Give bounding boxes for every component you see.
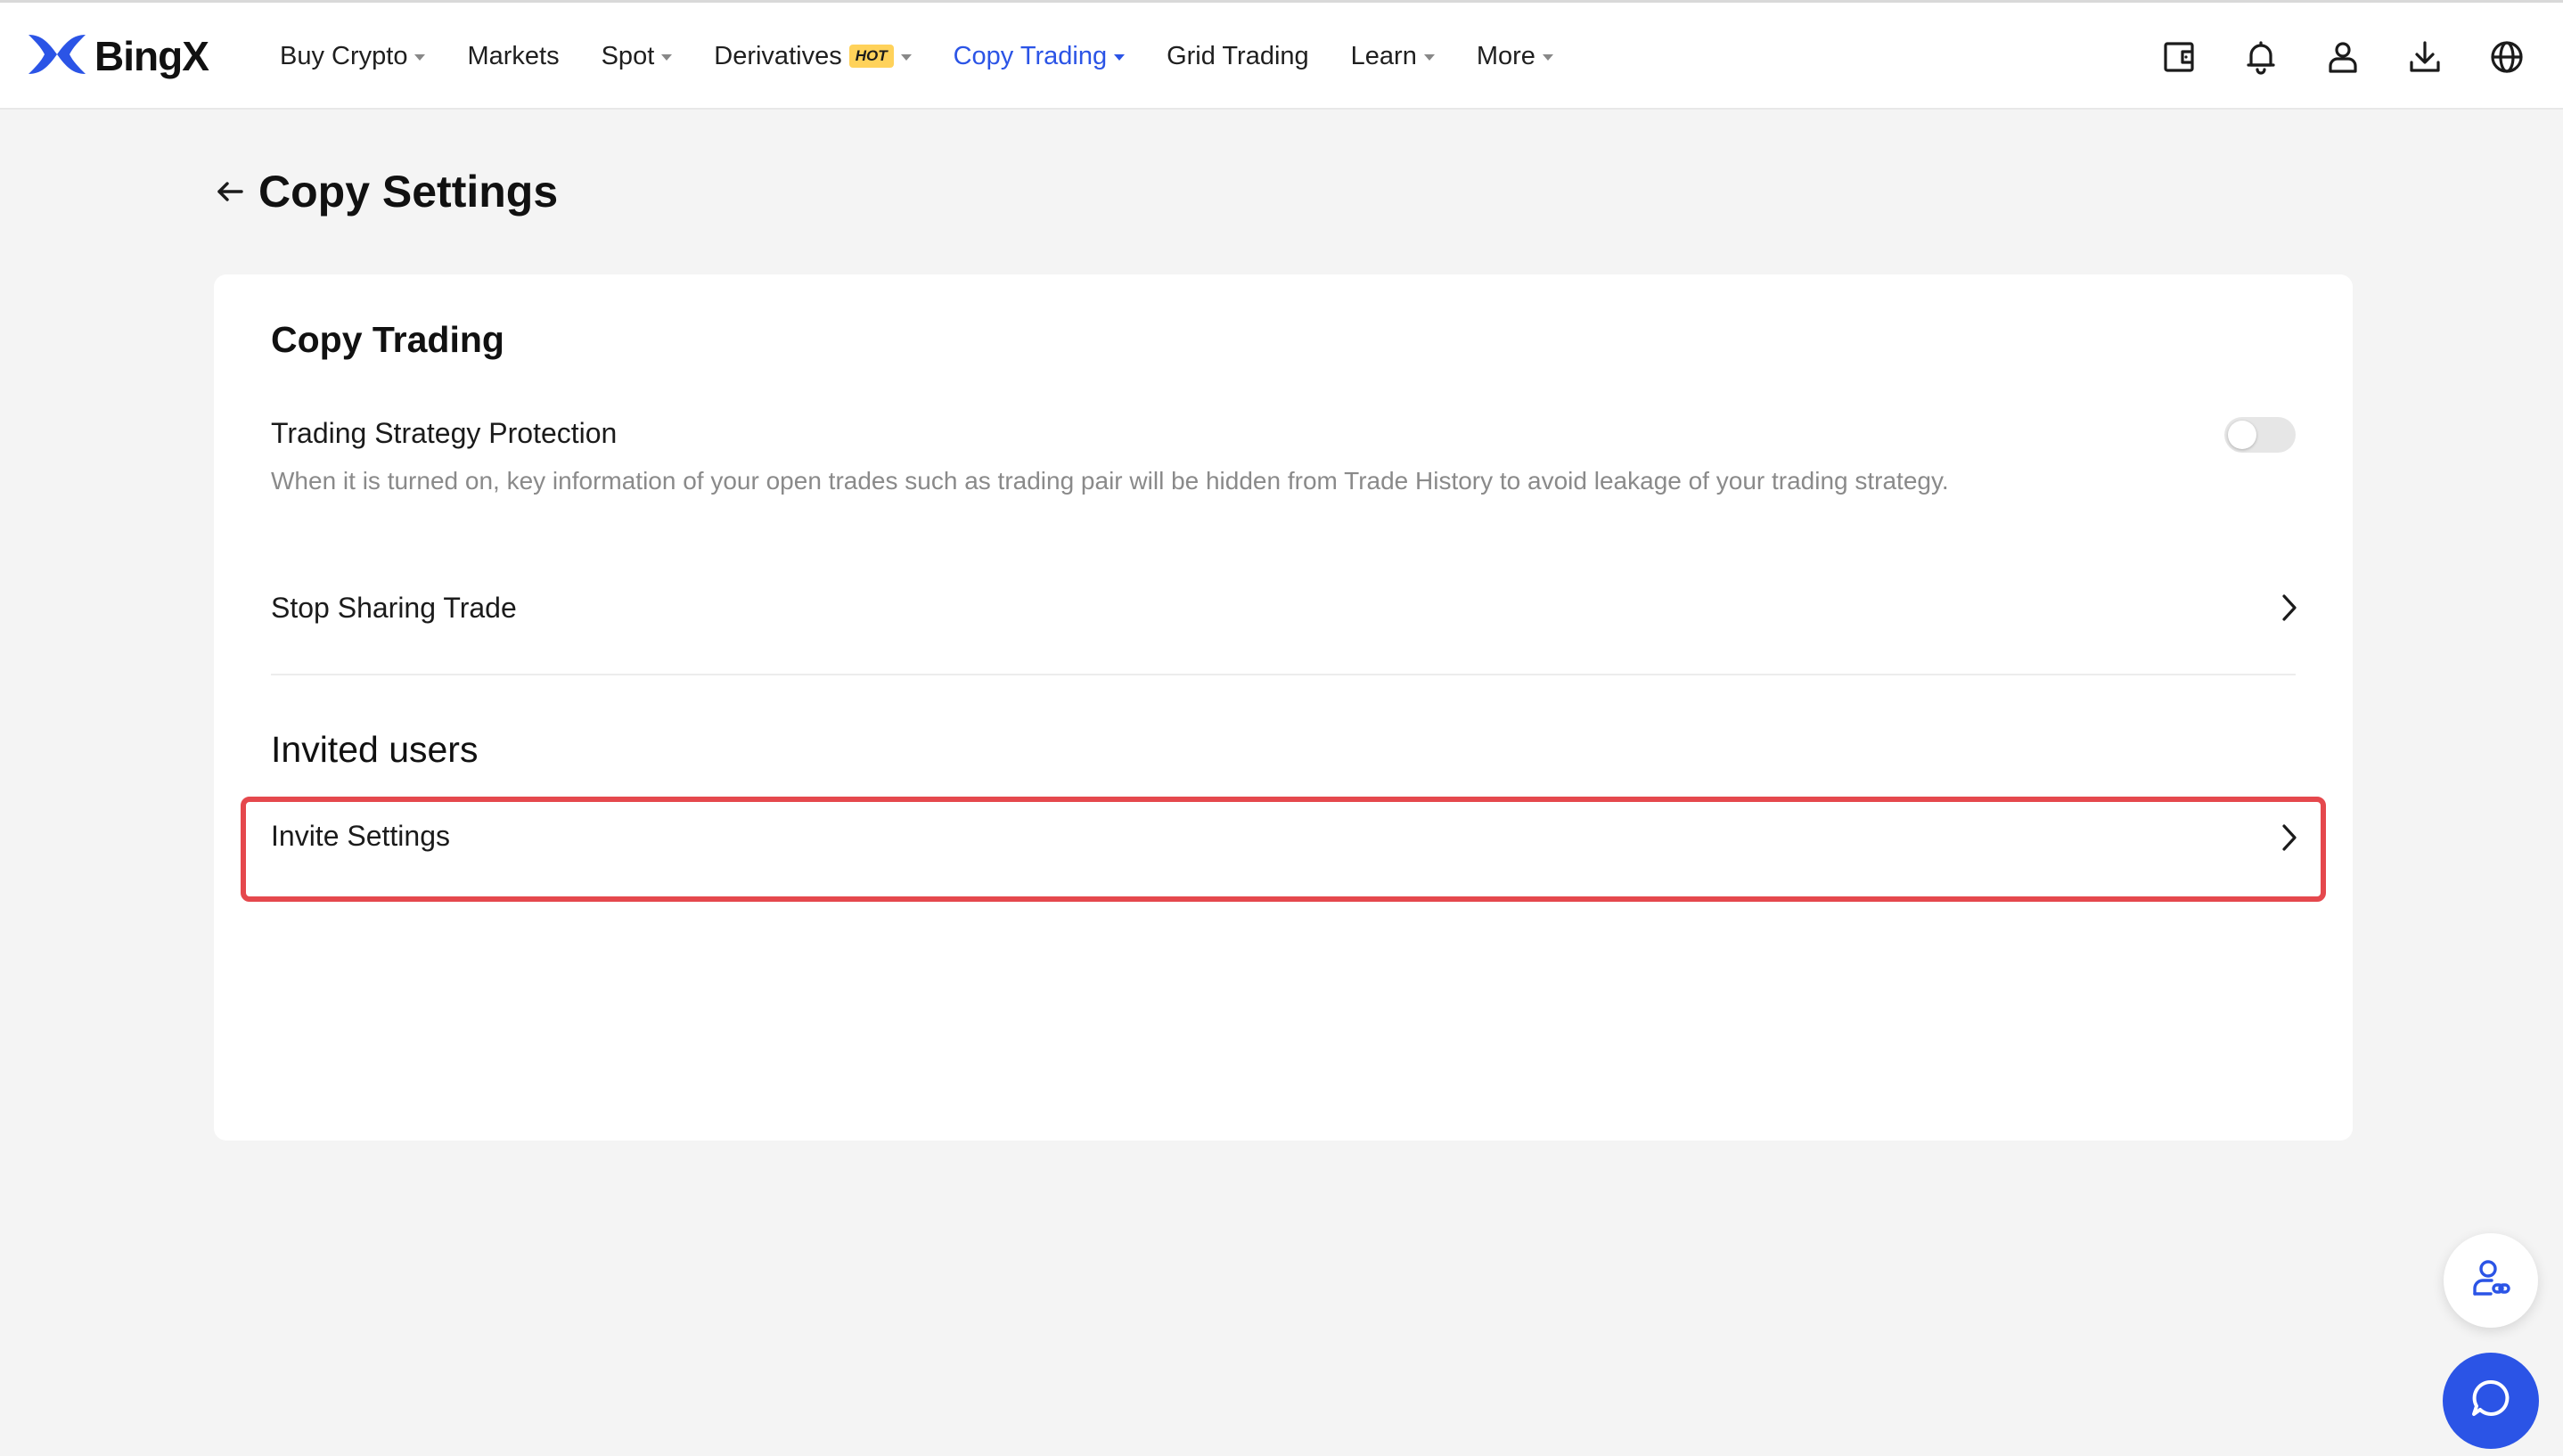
page-header: Copy Settings (212, 162, 558, 221)
chat-button[interactable] (2443, 1353, 2539, 1449)
nav-item-buy-crypto[interactable]: Buy Crypto (280, 41, 426, 71)
nav-item-learn[interactable]: Learn (1351, 42, 1435, 71)
caret-down-icon (1542, 54, 1553, 61)
toggle-knob (2228, 421, 2256, 449)
nav-item-label: Grid Trading (1167, 41, 1309, 70)
brand-logo[interactable]: BingX (27, 33, 209, 79)
top-navigation: BingX Buy Crypto Markets Spot Derivative… (0, 0, 2563, 110)
nav-item-label: Learn (1350, 41, 1417, 70)
chevron-right-icon[interactable] (2276, 592, 2301, 624)
bell-icon[interactable] (2240, 37, 2281, 78)
nav-item-label: Markets (467, 41, 560, 70)
section-title-copy-trading: Copy Trading (271, 319, 504, 360)
invite-settings-row[interactable]: Invite Settings (271, 820, 450, 853)
globe-icon[interactable] (2486, 37, 2527, 78)
nav-item-derivatives[interactable]: Derivatives HOT (714, 41, 912, 71)
nav-item-label: Spot (601, 41, 655, 70)
nav-item-label: Copy Trading (953, 41, 1108, 70)
trading-strategy-protection-label: Trading Strategy Protection (271, 417, 618, 449)
brand-name: BingX (94, 33, 209, 79)
page-title: Copy Settings (258, 167, 559, 217)
caret-down-icon (900, 54, 912, 61)
customer-service-icon (2467, 1255, 2515, 1307)
chat-bubble-icon (2467, 1375, 2515, 1427)
section-title-invited-users: Invited users (271, 729, 479, 770)
customer-service-button[interactable] (2444, 1233, 2538, 1328)
nav-item-copy-trading[interactable]: Copy Trading (954, 42, 1126, 71)
nav-item-markets[interactable]: Markets (467, 42, 559, 71)
nav-icon-group (2117, 35, 2527, 79)
nav-item-more[interactable]: More (1477, 42, 1553, 71)
caret-down-icon (1423, 54, 1435, 61)
back-arrow-icon[interactable] (212, 174, 248, 209)
caret-down-icon (414, 54, 426, 61)
nav-item-grid-trading[interactable]: Grid Trading (1167, 42, 1309, 71)
settings-card: Copy Trading Trading Strategy Protection… (214, 274, 2353, 1141)
user-icon[interactable] (2322, 37, 2363, 78)
caret-down-icon (661, 54, 673, 61)
nav-item-label: Buy Crypto (280, 41, 408, 70)
invite-settings-highlight (241, 797, 2326, 902)
section-divider (271, 674, 2296, 675)
caret-down-icon (1114, 54, 1126, 61)
hot-badge: HOT (848, 45, 894, 68)
trading-strategy-protection-description: When it is turned on, key information of… (271, 467, 1949, 495)
main-menu: Buy Crypto Markets Spot Derivatives HOT … (280, 3, 1595, 110)
nav-item-label: Derivatives (714, 41, 842, 70)
download-icon[interactable] (2404, 37, 2445, 78)
nav-item-label: More (1476, 41, 1535, 70)
trading-strategy-protection-toggle[interactable] (2224, 417, 2296, 453)
nav-item-spot[interactable]: Spot (602, 42, 673, 71)
bingx-x-icon (27, 31, 87, 82)
stop-sharing-trade-row[interactable]: Stop Sharing Trade (271, 592, 517, 625)
chevron-right-icon[interactable] (2276, 822, 2301, 854)
wallet-icon[interactable] (2158, 37, 2199, 78)
